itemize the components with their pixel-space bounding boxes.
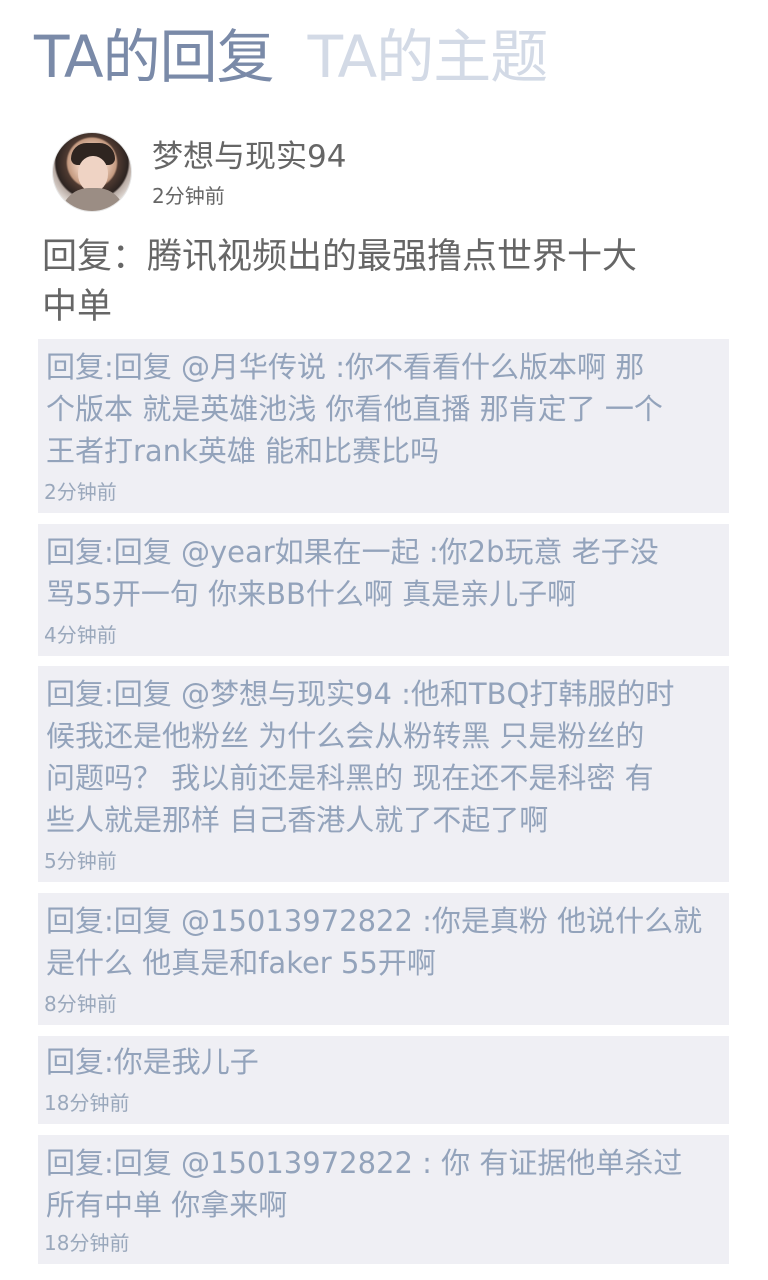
reply-card[interactable]: 回复:回复 @year如果在一起 :你2b玩意 老子没 骂55开一句 你来BB什… (38, 524, 729, 656)
avatar-face-shape (78, 156, 108, 192)
reply-card[interactable]: 回复:回复 @月华传说 :你不看看什么版本啊 那 个版本 就是英雄池浅 你看他直… (38, 339, 729, 513)
reply-card[interactable]: 回复:回复 @15013972822 :你是真粉 他说什么就 是什么 他真是和f… (38, 893, 729, 1025)
avatar-body-shape (61, 188, 125, 211)
reply-time: 18分钟前 (44, 1091, 130, 1115)
tab-replies[interactable]: TA的回复 (34, 22, 275, 92)
reply-text: 回复:回复 @15013972822 :你是真粉 他说什么就 是什么 他真是和f… (46, 904, 703, 980)
reply-time: 4分钟前 (44, 623, 117, 647)
thread-title[interactable]: 回复：腾讯视频出的最强撸点世界十大 中单 (42, 232, 722, 332)
reply-text: 回复:回复 @梦想与现实94 :他和TBQ打韩服的时 候我还是他粉丝 为什么会从… (46, 677, 675, 837)
profile-tabs: TA的回复 TA的主题 (34, 22, 549, 92)
username[interactable]: 梦想与现实94 (152, 137, 346, 177)
reply-text: 回复:回复 @15013972822 : 你 有证据他单杀过 所有中单 你拿来啊 (46, 1146, 683, 1222)
user-profile-header: 梦想与现实94 2分钟前 (52, 132, 732, 214)
reply-card[interactable]: 回复:回复 @梦想与现实94 :他和TBQ打韩服的时 候我还是他粉丝 为什么会从… (38, 666, 729, 882)
reply-card[interactable]: 回复:你是我儿子 18分钟前 (38, 1036, 729, 1124)
reply-time: 2分钟前 (44, 480, 117, 504)
reply-text: 回复:回复 @月华传说 :你不看看什么版本啊 那 个版本 就是英雄池浅 你看他直… (46, 350, 663, 468)
reply-text: 回复:你是我儿子 (46, 1045, 259, 1079)
reply-card[interactable]: 回复:回复 @15013972822 : 你 有证据他单杀过 所有中单 你拿来啊… (38, 1135, 729, 1264)
reply-text: 回复:回复 @year如果在一起 :你2b玩意 老子没 骂55开一句 你来BB什… (46, 535, 659, 611)
avatar[interactable] (52, 132, 132, 212)
reply-time: 5分钟前 (44, 849, 117, 873)
tab-topics[interactable]: TA的主题 (308, 22, 549, 92)
reply-time: 8分钟前 (44, 992, 117, 1016)
profile-time: 2分钟前 (152, 184, 225, 208)
reply-time: 18分钟前 (44, 1231, 130, 1255)
